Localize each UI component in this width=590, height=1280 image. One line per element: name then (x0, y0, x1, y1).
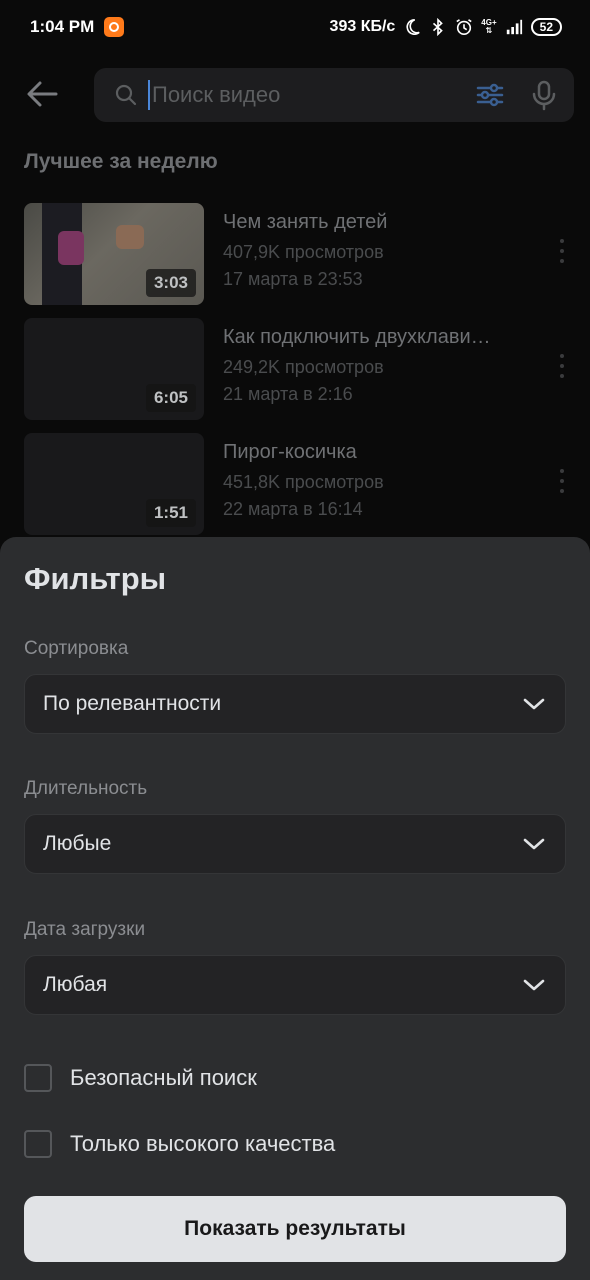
app-notification-icon (104, 17, 125, 37)
search-input[interactable] (148, 80, 458, 110)
video-thumbnail[interactable]: 3:03 (24, 203, 204, 305)
duration-value: Любые (43, 832, 112, 855)
safe-search-row[interactable]: Безопасный поиск (24, 1064, 257, 1092)
duration-label: Длительность (24, 778, 148, 799)
section-title: Лучшее за неделю (24, 150, 218, 173)
video-title[interactable]: Пирог-косичка (223, 441, 523, 464)
upload-date-value: Любая (43, 973, 108, 996)
signal-icon (506, 19, 522, 35)
sort-select[interactable]: По релевантности (24, 674, 566, 734)
hq-only-checkbox[interactable] (24, 1130, 52, 1158)
network-type: 4G+ ⇅ (481, 18, 497, 35)
chevron-down-icon (523, 838, 545, 850)
safe-search-checkbox[interactable] (24, 1064, 52, 1092)
filters-sheet: Фильтры Сортировка По релевантности Длит… (0, 537, 590, 1280)
video-item[interactable]: 1:51 Пирог-косичка 451,8K просмотров 22 … (24, 433, 574, 535)
show-results-button[interactable]: Показать результаты (24, 1196, 566, 1262)
safe-search-label[interactable]: Безопасный поиск (70, 1065, 257, 1091)
video-item[interactable]: 3:03 Чем занять детей 407,9K просмотров … (24, 203, 574, 305)
more-options-icon[interactable] (556, 354, 568, 378)
video-date: 22 марта в 16:14 (223, 499, 363, 519)
back-button[interactable] (22, 74, 62, 114)
upload-date-label: Дата загрузки (24, 919, 146, 940)
hq-only-row[interactable]: Только высокого качества (24, 1130, 335, 1158)
sheet-title: Фильтры (24, 561, 167, 596)
arrow-left-icon (27, 81, 58, 107)
video-list: 3:03 Чем занять детей 407,9K просмотров … (24, 203, 574, 548)
more-options-icon[interactable] (556, 239, 568, 263)
video-title[interactable]: Как подключить двухклави… (223, 326, 523, 349)
chevron-down-icon (523, 698, 545, 710)
video-thumbnail[interactable]: 6:05 (24, 318, 204, 420)
microphone-icon[interactable] (528, 79, 560, 111)
filter-icon[interactable] (474, 79, 506, 111)
status-net-speed: 393 КБ/с (329, 18, 396, 35)
video-date: 17 марта в 23:53 (223, 269, 363, 289)
video-duration: 1:51 (145, 499, 196, 527)
sort-value: По релевантности (43, 692, 222, 715)
sort-label: Сортировка (24, 638, 129, 659)
upload-date-select[interactable]: Любая (24, 955, 566, 1015)
bluetooth-icon (433, 18, 444, 36)
video-title[interactable]: Чем занять детей (223, 211, 523, 234)
chevron-down-icon (523, 979, 545, 991)
video-views: 451,8K просмотров (223, 472, 384, 492)
more-options-icon[interactable] (556, 469, 568, 493)
battery-indicator: 52 (530, 18, 562, 36)
video-views: 249,2K просмотров (223, 357, 384, 377)
duration-select[interactable]: Любые (24, 814, 566, 874)
status-time: 1:04 PM (30, 17, 95, 36)
search-icon (115, 84, 137, 106)
search-bar (94, 68, 574, 122)
video-item[interactable]: 6:05 Как подключить двухклави… 249,2K пр… (24, 318, 574, 420)
alarm-icon (456, 19, 472, 36)
video-duration: 3:03 (145, 269, 196, 297)
video-date: 21 марта в 2:16 (223, 384, 353, 404)
video-views: 407,9K просмотров (223, 242, 384, 262)
video-duration: 6:05 (145, 384, 196, 412)
status-bar: 1:04 PM 393 КБ/с 4G+ ⇅ 52 (0, 0, 590, 54)
moon-icon (406, 18, 421, 35)
video-thumbnail[interactable]: 1:51 (24, 433, 204, 535)
hq-only-label[interactable]: Только высокого качества (70, 1131, 335, 1157)
